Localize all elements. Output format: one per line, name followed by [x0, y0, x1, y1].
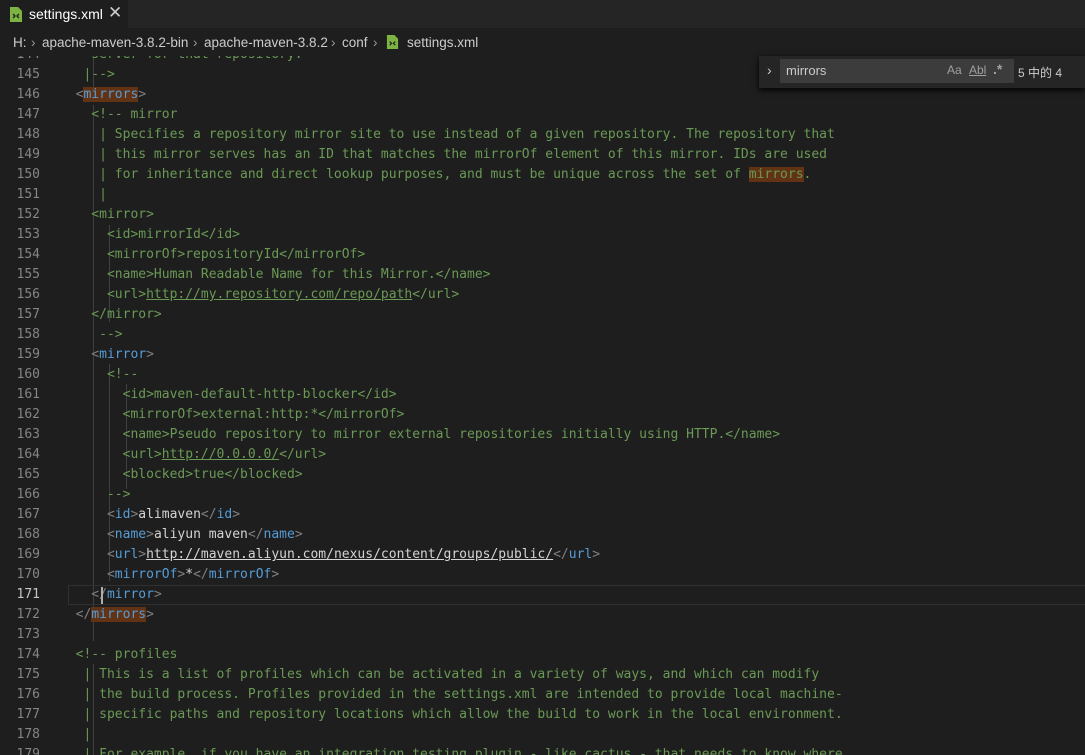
code-line: 162 <mirrorOf>external:http:*</mirrorOf> [16, 407, 405, 422]
tab-title: settings.xml [29, 6, 103, 22]
breadcrumb: H: › apache-maven-3.8.2-bin › apache-mav… [0, 28, 1085, 56]
breadcrumb-item[interactable]: settings.xml [407, 35, 478, 50]
match-case-icon[interactable]: Aa [947, 63, 962, 77]
code-editor[interactable]: 144 server for that repository. 145 |-->… [0, 56, 1085, 755]
chevron-right-icon: › [373, 35, 378, 50]
code-line: 166 --> [16, 487, 131, 502]
code-line: 173 [16, 627, 40, 642]
chevron-right-icon: › [331, 35, 336, 50]
code-line: 151 | [16, 187, 107, 202]
code-line-active: 171 </mirror> [0, 585, 1085, 605]
chevron-right-icon: › [193, 35, 198, 50]
whole-word-icon[interactable]: Abl [969, 63, 986, 77]
xml-file-icon [386, 35, 399, 49]
close-icon[interactable]: ✕ [108, 3, 122, 23]
find-result-count: 5 中的 4 [1018, 66, 1063, 80]
breadcrumb-item[interactable]: conf [342, 35, 368, 50]
code-line: 178 | [16, 727, 92, 742]
xml-file-icon [10, 7, 22, 22]
code-line: 163 <name>Pseudo repository to mirror ex… [16, 427, 781, 442]
code-line: 157 </mirror> [16, 307, 162, 322]
code-line: 155 <name>Human Readable Name for this M… [16, 267, 491, 282]
code-line: 150 | for inheritance and direct lookup … [16, 167, 812, 182]
code-line: 160 <!-- [16, 367, 139, 382]
code-line: 156 <url>http://my.repository.com/repo/p… [16, 287, 460, 302]
code-line: 153 <id>mirrorId</id> [16, 227, 241, 242]
code-line: 168 <name>aliyun maven</name> [16, 527, 303, 542]
chevron-right-icon: › [31, 35, 36, 50]
code-line: 165 <blocked>true</blocked> [16, 467, 303, 482]
code-line: 148 | Specifies a repository mirror site… [16, 127, 835, 142]
code-line: 169 <url>http://maven.aliyun.com/nexus/c… [16, 547, 601, 562]
code-line: 179 | For example, if you have an integr… [16, 747, 843, 755]
code-line: 152 <mirror> [16, 207, 154, 222]
find-widget: › mirrors Aa Abl .* 5 中的 4 [759, 56, 1085, 88]
breadcrumb-item[interactable]: apache-maven-3.8.2 [204, 35, 328, 50]
chevron-right-icon[interactable]: › [767, 62, 772, 78]
code-line: 175 | This is a list of profiles which c… [16, 667, 820, 682]
find-input[interactable]: mirrors Aa Abl .* [780, 59, 1014, 83]
code-line: 170 <mirrorOf>*</mirrorOf> [16, 567, 280, 582]
tab-settings-xml[interactable]: settings.xml ✕ [0, 0, 128, 28]
code-line: 164 <url>http://0.0.0.0/</url> [16, 447, 327, 462]
code-line: 159 <mirror> [16, 347, 154, 362]
breadcrumb-item[interactable]: apache-maven-3.8.2-bin [42, 35, 188, 50]
code-line: 174 <!-- profiles [16, 647, 178, 662]
code-line: 177 | specific paths and repository loca… [16, 707, 843, 722]
text-cursor [101, 587, 103, 604]
breadcrumb-drive[interactable]: H: [13, 35, 27, 50]
tab-bar: settings.xml ✕ [0, 0, 1085, 28]
code-line: 167 <id>alimaven</id> [16, 507, 241, 522]
code-line: 176 | the build process. Profiles provid… [16, 687, 843, 702]
code-line: 172 </mirrors> [16, 607, 154, 622]
code-line: 149 | this mirror serves has an ID that … [16, 147, 828, 162]
code-line: 154 <mirrorOf>repositoryId</mirrorOf> [16, 247, 366, 262]
current-line-highlight [68, 585, 1085, 605]
regex-icon[interactable]: .* [993, 61, 1002, 77]
code-line: 147 <!-- mirror [16, 107, 178, 122]
code-line: 161 <id>maven-default-http-blocker</id> [16, 387, 397, 402]
code-line: 146 <mirrors> [16, 87, 147, 102]
code-line: 158 --> [16, 327, 123, 342]
